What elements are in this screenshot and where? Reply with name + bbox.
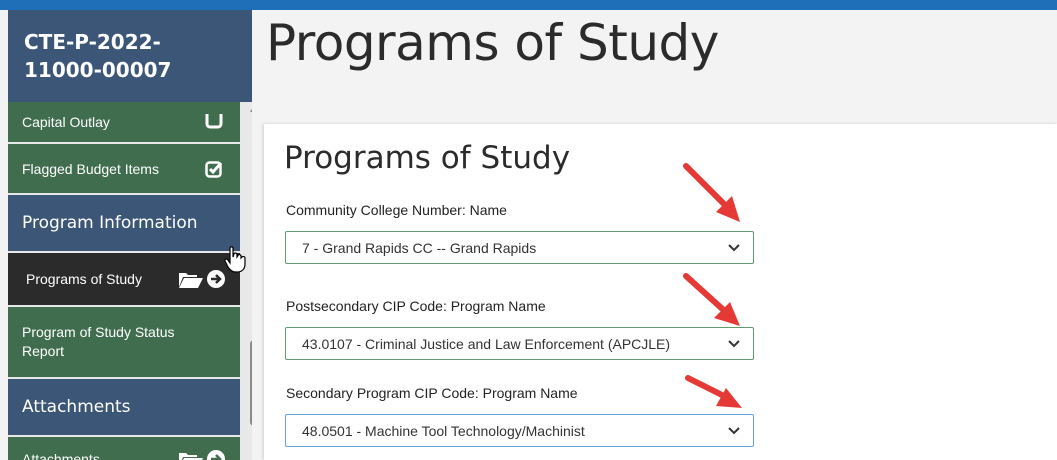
- sidebar-item-label: Attachments: [22, 451, 100, 460]
- sidebar-item-flagged-budget-items[interactable]: Flagged Budget Items: [8, 144, 240, 193]
- select-value: 43.0107 - Criminal Justice and Law Enfor…: [302, 335, 671, 352]
- sidebar-item-label: Program of Study Status Report: [22, 324, 175, 359]
- community-college-label: Community College Number: Name: [286, 202, 507, 218]
- application-id: CTE-P-2022-11000-00007: [8, 10, 252, 102]
- secondary-program-cip-select[interactable]: 48.0501 - Machine Tool Technology/Machin…: [285, 414, 754, 447]
- sidebar-item-program-of-study-status-report[interactable]: Program of Study Status Report: [8, 307, 240, 377]
- community-college-select[interactable]: 7 - Grand Rapids CC -- Grand Rapids: [285, 231, 754, 264]
- postsecondary-cip-label: Postsecondary CIP Code: Program Name: [286, 298, 546, 314]
- sidebar-item-label: Capital Outlay: [22, 114, 110, 130]
- select-value: 7 - Grand Rapids CC -- Grand Rapids: [302, 239, 537, 256]
- sidebar-section-program-information[interactable]: Program Information: [8, 195, 240, 251]
- select-value: 48.0501 - Machine Tool Technology/Machin…: [302, 422, 585, 439]
- scrollbar-thumb[interactable]: [250, 340, 252, 426]
- checked-checkbox-icon: [202, 158, 226, 180]
- postsecondary-cip-select[interactable]: 43.0107 - Criminal Justice and Law Enfor…: [285, 327, 754, 360]
- arrow-circle-icon: [207, 270, 225, 288]
- chevron-down-icon: [727, 243, 741, 253]
- sidebar-section-label: Attachments: [22, 397, 131, 417]
- sidebar-scrollbar[interactable]: [248, 102, 252, 460]
- card-title: Programs of Study: [284, 140, 571, 176]
- chevron-down-icon: [727, 426, 741, 436]
- open-folder-icon: [179, 453, 203, 460]
- programs-of-study-card: Programs of Study Community College Numb…: [264, 124, 1057, 460]
- scroll-up-arrow-icon[interactable]: [248, 102, 252, 116]
- sidebar-section-label: Program Information: [22, 213, 198, 233]
- hand-cursor-icon: [224, 246, 246, 273]
- sidebar-item-attachments[interactable]: Attachments: [8, 437, 240, 460]
- top-accent-bar: [0, 0, 1057, 10]
- open-folder-icon: [179, 273, 203, 288]
- sidebar-item-label: Programs of Study: [26, 271, 142, 287]
- secondary-program-cip-label: Secondary Program CIP Code: Program Name: [286, 385, 578, 401]
- sidebar-item-programs-of-study[interactable]: Programs of Study: [8, 253, 240, 305]
- folder-arrow-icon: [178, 449, 226, 460]
- checkbox-icon: [202, 111, 226, 133]
- sidebar-item-label: Flagged Budget Items: [22, 160, 159, 177]
- arrow-circle-icon: [207, 450, 225, 460]
- sidebar-section-attachments[interactable]: Attachments: [8, 379, 240, 435]
- sidebar: CTE-P-2022-11000-00007 Capital Outlay Fl…: [8, 10, 252, 460]
- folder-arrow-icon: [178, 269, 226, 289]
- chevron-down-icon: [727, 339, 741, 349]
- page-title: Programs of Study: [266, 14, 719, 72]
